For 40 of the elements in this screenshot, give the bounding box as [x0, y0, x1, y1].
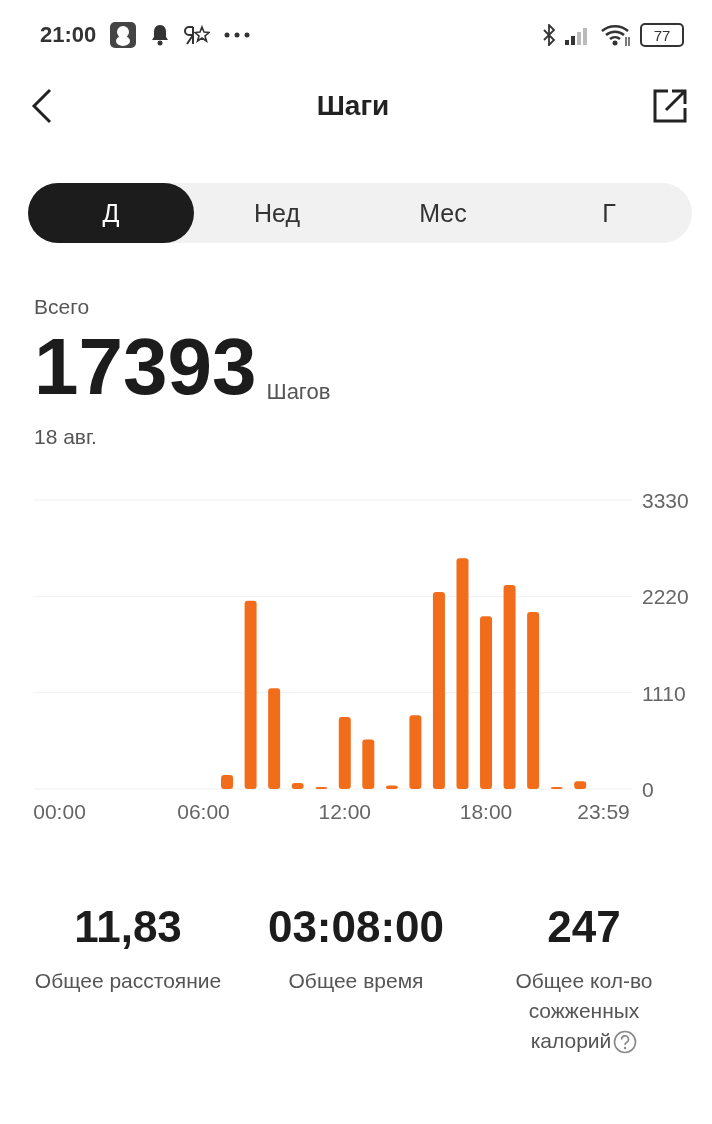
stat-label: Общее время	[287, 968, 425, 994]
x-axis-label: 12:00	[318, 800, 372, 823]
stat-value: 247	[546, 902, 622, 952]
clock-time: 21:00	[40, 22, 97, 48]
step-count: 17393	[34, 327, 257, 407]
y-axis-label: 3330	[642, 489, 689, 512]
unit-label: Шагов	[266, 379, 331, 406]
stat-value: 03:08:00	[266, 902, 446, 952]
date-label: 18 авг.	[34, 425, 98, 449]
x-axis-label: 18:00	[459, 800, 513, 823]
total-label: Всего	[34, 295, 91, 319]
app-icon	[110, 22, 137, 48]
x-axis-label: 23:59	[577, 800, 630, 823]
wifi-icon	[600, 23, 632, 47]
x-axis-label: 06:00	[177, 800, 230, 823]
period-tab[interactable]: Нед	[194, 183, 360, 243]
bar	[221, 775, 234, 789]
y-axis-label: 2220	[642, 585, 689, 609]
period-tab[interactable]: Мес	[360, 183, 526, 243]
battery-level: 77	[653, 26, 671, 44]
period-tab[interactable]: Д	[28, 183, 194, 243]
bar	[574, 781, 587, 789]
bell-icon	[150, 24, 171, 46]
stat-label: Общее кол-во сожженных калорий	[489, 966, 679, 1056]
bar	[291, 782, 304, 789]
bluetooth-icon	[542, 24, 556, 46]
x-axis-label: 00:00	[34, 800, 86, 823]
y-axis-label: 1110	[642, 681, 686, 705]
star-icon	[184, 24, 211, 46]
more-icon	[224, 32, 251, 38]
stat-value: 11,83	[73, 902, 183, 952]
period-tab[interactable]: Г	[526, 183, 692, 243]
bar	[385, 785, 398, 789]
share-button[interactable]	[652, 88, 688, 124]
help-icon[interactable]	[613, 1030, 638, 1055]
stat-label: Общее расстояние	[33, 968, 223, 994]
back-button[interactable]	[30, 88, 54, 124]
bar	[362, 739, 375, 789]
screen-title: Шаги	[316, 90, 390, 122]
y-axis-label: 0	[642, 778, 654, 801]
